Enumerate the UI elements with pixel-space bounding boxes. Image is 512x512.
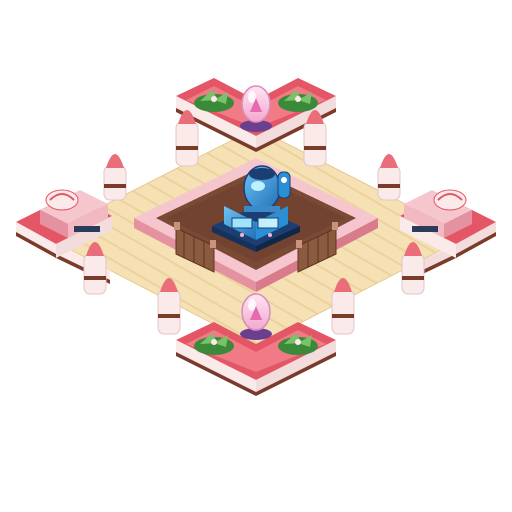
- game-scene: [0, 0, 512, 512]
- west-strawberry-pillar-top: [103, 154, 127, 201]
- east-strawberry-pillar-top: [377, 154, 401, 201]
- isometric-base-svg: [16, 78, 496, 396]
- crystal-pod-icon[interactable]: [240, 293, 272, 340]
- crystal-pod-icon[interactable]: [240, 85, 272, 132]
